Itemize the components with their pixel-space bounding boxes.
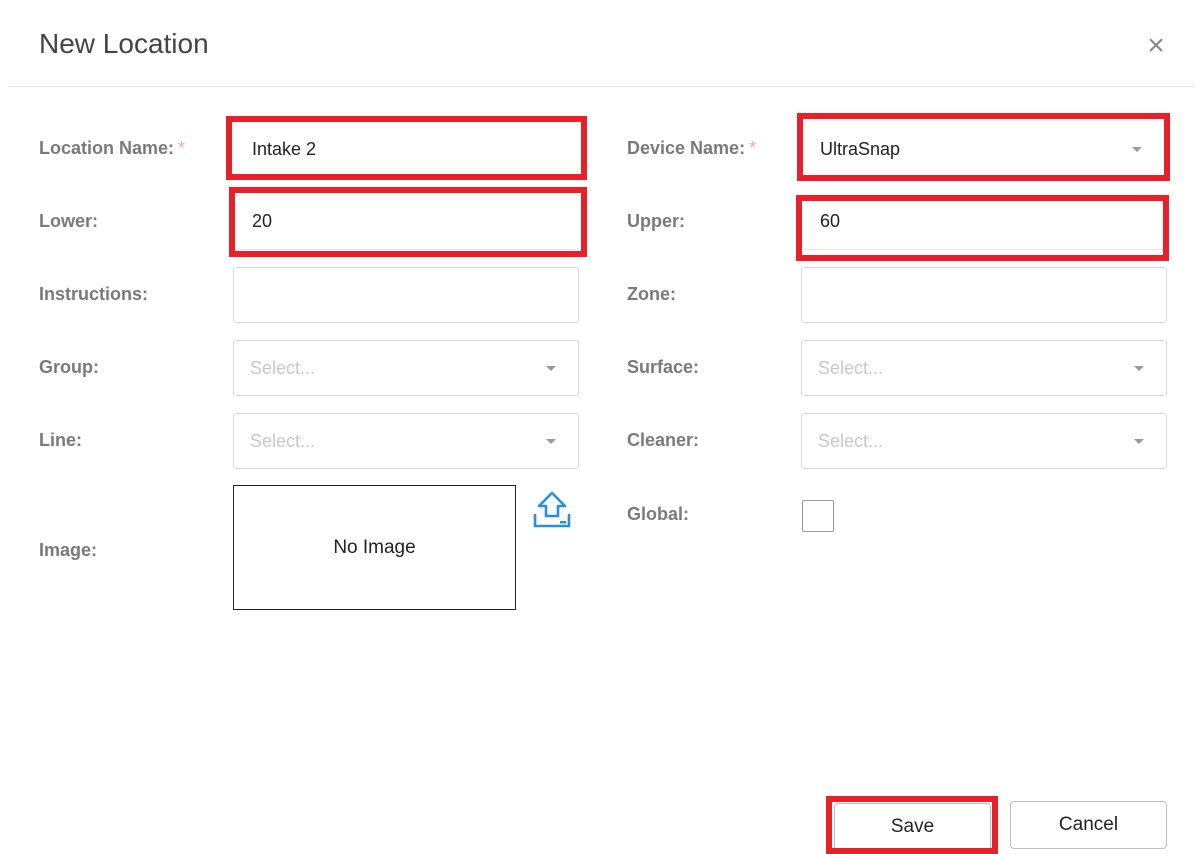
instructions-label: Instructions: (39, 284, 149, 304)
chevron-down-icon (1132, 147, 1142, 152)
location-name-required-mark: * (178, 138, 186, 158)
save-button-label: Save (890, 816, 935, 837)
device-name-value: UltraSnap (820, 139, 901, 159)
global-label: Global: (627, 504, 689, 524)
image-preview: No Image (233, 485, 516, 610)
lower-input[interactable]: 20 (236, 194, 576, 250)
location-name-label-text: Location Name: (39, 138, 175, 158)
surface-placeholder: Select... (818, 358, 884, 378)
zone-input[interactable] (801, 267, 1167, 323)
cleaner-label: Cleaner: (627, 430, 700, 450)
device-name-label-text: Device Name: (627, 138, 746, 158)
close-icon[interactable]: × (1140, 30, 1172, 62)
chevron-down-icon (1134, 366, 1144, 371)
device-name-label: Device Name: * (627, 138, 756, 159)
device-name-select[interactable]: UltraSnap (804, 122, 1164, 178)
upper-label: Upper: (627, 211, 685, 231)
group-select[interactable]: Select... (233, 340, 579, 396)
cancel-button-label: Cancel (1058, 814, 1119, 835)
line-select[interactable]: Select... (233, 413, 579, 469)
cleaner-select[interactable]: Select... (801, 413, 1167, 469)
cleaner-placeholder: Select... (818, 431, 884, 451)
zone-label: Zone: (627, 284, 676, 304)
header-divider (8, 86, 1194, 87)
lower-value: 20 (252, 211, 273, 231)
line-placeholder: Select... (250, 431, 316, 451)
image-label: Image: (39, 540, 98, 560)
upload-icon[interactable] (530, 490, 574, 532)
instructions-input[interactable] (233, 267, 579, 323)
chevron-down-icon (546, 366, 556, 371)
group-placeholder: Select... (250, 358, 316, 378)
upper-input[interactable]: 60 (804, 194, 1164, 250)
line-label: Line: (39, 430, 82, 450)
dialog-title: New Location (39, 28, 209, 59)
global-checkbox[interactable] (802, 500, 834, 532)
surface-select[interactable]: Select... (801, 340, 1167, 396)
upper-value: 60 (820, 211, 841, 231)
cancel-button[interactable]: Cancel (1010, 801, 1167, 849)
location-name-input[interactable]: Intake 2 (236, 122, 576, 178)
surface-label: Surface: (627, 357, 700, 377)
no-image-text: No Image (333, 536, 416, 558)
chevron-down-icon (546, 439, 556, 444)
device-name-required-mark: * (749, 138, 757, 158)
group-label: Group: (39, 357, 99, 377)
lower-label: Lower: (39, 211, 99, 231)
location-name-value: Intake 2 (252, 139, 317, 159)
chevron-down-icon (1134, 439, 1144, 444)
location-name-label: Location Name: * (39, 138, 185, 159)
save-button[interactable]: Save (834, 803, 991, 851)
